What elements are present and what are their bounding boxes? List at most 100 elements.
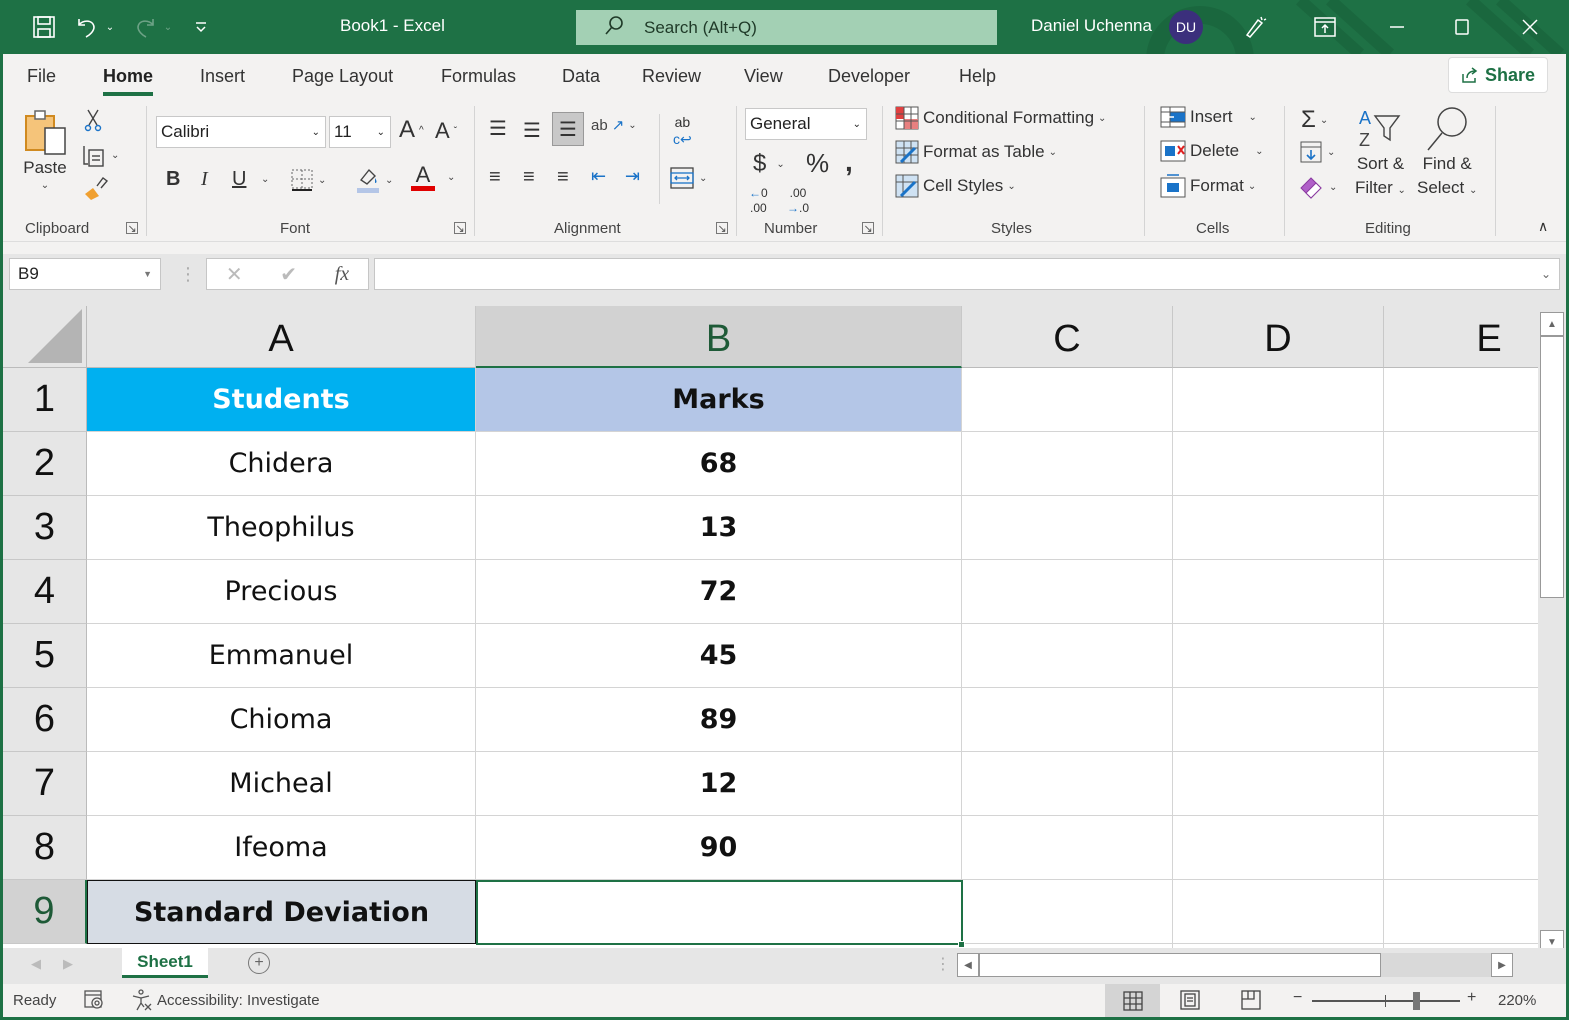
clear-button[interactable]: ⌄	[1299, 174, 1337, 200]
increase-indent-icon[interactable]: ⇥	[625, 166, 640, 187]
cell-a8[interactable]: Ifeoma	[87, 816, 476, 880]
cell-c1[interactable]	[962, 368, 1173, 432]
vertical-scrollbar[interactable]: ▲ ▼	[1538, 306, 1566, 954]
cell-b2[interactable]: 68	[476, 432, 962, 496]
orientation-icon[interactable]: ab ↗ ⌄	[591, 116, 637, 135]
underline-icon[interactable]: U	[232, 168, 246, 191]
cell-styles-button[interactable]: Cell Styles ⌄	[895, 174, 1016, 198]
column-header-a[interactable]: A	[87, 306, 476, 368]
cancel-icon[interactable]: ✕	[226, 262, 243, 287]
row-header-2[interactable]: 2	[3, 432, 87, 496]
underline-dropdown-icon[interactable]: ⌄	[261, 174, 269, 185]
font-size-select[interactable]: 11 ⌄	[329, 116, 391, 148]
row-header-6[interactable]: 6	[3, 688, 87, 752]
close-icon[interactable]	[1515, 12, 1545, 42]
page-layout-view-icon[interactable]	[1180, 990, 1200, 1014]
font-color-button[interactable]: A ⌄	[411, 164, 455, 191]
search-box[interactable]: Search (Alt+Q)	[576, 10, 997, 45]
zoom-level[interactable]: 220%	[1498, 992, 1536, 1009]
scroll-right-icon[interactable]: ▶	[1491, 953, 1513, 977]
fill-button[interactable]: ⌄	[1299, 140, 1335, 164]
scroll-up-icon[interactable]: ▲	[1540, 312, 1564, 336]
undo-icon[interactable]	[74, 12, 100, 42]
feedback-megaphone-icon[interactable]	[1240, 12, 1270, 42]
user-name[interactable]: Daniel Uchenna	[1031, 16, 1152, 36]
clipboard-launcher-icon[interactable]: ↘	[126, 222, 138, 235]
cell-a6[interactable]: Chioma	[87, 688, 476, 752]
column-header-e[interactable]: E	[1384, 306, 1538, 368]
normal-view-button[interactable]	[1105, 984, 1160, 1017]
tab-page-layout[interactable]: Page Layout	[292, 66, 393, 87]
ribbon-display-options-icon[interactable]	[1310, 12, 1340, 42]
decrease-font-size-icon[interactable]: Aˇ	[435, 118, 457, 144]
merge-center-button[interactable]: ⌄	[669, 166, 707, 190]
font-name-select[interactable]: Calibri ⌄	[156, 116, 326, 148]
cell-a2[interactable]: Chidera	[87, 432, 476, 496]
customize-toolbar-icon[interactable]	[192, 12, 210, 42]
next-sheet-icon[interactable]: ▶	[63, 956, 73, 972]
cell-a3[interactable]: Theophilus	[87, 496, 476, 560]
horizontal-scrollbar[interactable]: ◀ ▶	[957, 953, 1513, 977]
tab-developer[interactable]: Developer	[828, 66, 910, 87]
column-header-d[interactable]: D	[1173, 306, 1384, 368]
cell-b7[interactable]: 12	[476, 752, 962, 816]
currency-button[interactable]: $ ⌄	[753, 150, 785, 178]
cell-d1[interactable]	[1173, 368, 1384, 432]
cell-b3[interactable]: 13	[476, 496, 962, 560]
conditional-formatting-button[interactable]: Conditional Formatting ⌄	[895, 106, 1106, 130]
add-sheet-icon[interactable]: +	[248, 952, 270, 974]
cell-a7[interactable]: Micheal	[87, 752, 476, 816]
number-format-select[interactable]: General ⌄	[745, 108, 867, 140]
sort-filter-button[interactable]: AZ Sort & Filter ⌄	[1355, 106, 1406, 203]
cell-b1[interactable]: Marks	[476, 368, 962, 432]
cell-e1[interactable]	[1384, 368, 1538, 432]
delete-cells-button[interactable]: Delete ⌄	[1160, 140, 1264, 162]
share-button[interactable]: Share	[1448, 57, 1548, 93]
autosum-button[interactable]: Σ ⌄	[1301, 106, 1328, 134]
tab-home[interactable]: Home	[103, 66, 154, 96]
increase-decimal-icon[interactable]: ←0.00	[749, 187, 768, 214]
insert-cells-button[interactable]: Insert ⌄	[1160, 106, 1257, 128]
empty-cells-area[interactable]	[962, 432, 1538, 948]
align-right-icon[interactable]: ≡	[557, 166, 569, 189]
cell-b6[interactable]: 89	[476, 688, 962, 752]
row-header-1[interactable]: 1	[3, 368, 87, 432]
bottom-align-icon[interactable]: ☰	[552, 112, 584, 146]
vertical-scroll-thumb[interactable]	[1540, 336, 1564, 598]
cell-a5[interactable]: Emmanuel	[87, 624, 476, 688]
sheet-tab-sheet1[interactable]: Sheet1	[122, 948, 208, 978]
row-header-3[interactable]: 3	[3, 496, 87, 560]
format-painter-icon[interactable]	[83, 176, 109, 202]
undo-dropdown-icon[interactable]: ⌄	[104, 12, 116, 42]
split-grip-icon[interactable]: ⋮	[935, 954, 951, 974]
middle-align-icon[interactable]: ☰	[523, 118, 541, 143]
row-header-8[interactable]: 8	[3, 816, 87, 880]
align-left-icon[interactable]: ≡	[489, 166, 501, 189]
cell-b9-selected[interactable]	[476, 880, 963, 945]
cell-a9[interactable]: Standard Deviation	[87, 880, 476, 944]
macro-recording-icon[interactable]	[83, 989, 105, 1015]
cell-a1[interactable]: Students	[87, 368, 476, 432]
cell-b8[interactable]: 90	[476, 816, 962, 880]
formula-input[interactable]: ⌄	[374, 258, 1560, 290]
tab-formulas[interactable]: Formulas	[441, 66, 516, 87]
decrease-indent-icon[interactable]: ⇤	[591, 166, 606, 187]
row-header-5[interactable]: 5	[3, 624, 87, 688]
number-launcher-icon[interactable]: ↘	[862, 222, 874, 235]
horizontal-scroll-thumb[interactable]	[979, 953, 1381, 977]
top-align-icon[interactable]: ☰	[489, 116, 507, 141]
redo-dropdown-icon[interactable]: ⌄	[162, 12, 174, 42]
zoom-slider-thumb[interactable]	[1412, 992, 1420, 1010]
align-center-icon[interactable]: ≡	[523, 166, 535, 189]
font-launcher-icon[interactable]: ↘	[454, 222, 466, 235]
row-header-9[interactable]: 9	[3, 880, 87, 944]
name-box[interactable]: B9 ▼	[9, 258, 161, 290]
increase-font-size-icon[interactable]: A ^	[399, 116, 424, 144]
maximize-icon[interactable]	[1447, 12, 1477, 42]
format-cells-button[interactable]: Format ⌄	[1160, 174, 1256, 198]
tab-data[interactable]: Data	[562, 66, 600, 87]
decrease-decimal-icon[interactable]: .00 →.0	[787, 187, 809, 214]
accessibility-status[interactable]: Accessibility: Investigate	[157, 992, 320, 1009]
find-select-button[interactable]: Find & Select ⌄	[1417, 106, 1477, 203]
previous-sheet-icon[interactable]: ◀	[31, 956, 41, 972]
